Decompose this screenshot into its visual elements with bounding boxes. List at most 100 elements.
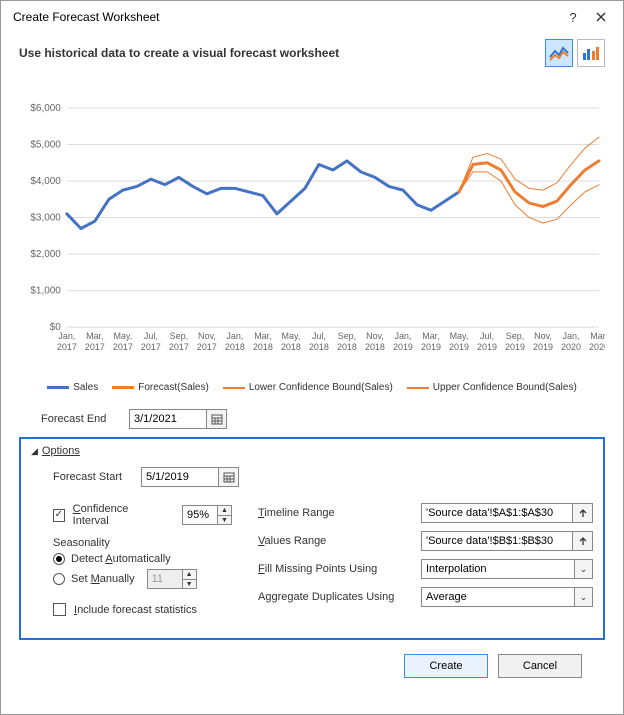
svg-text:2017: 2017 (85, 342, 105, 352)
legend-upper-label: Upper Confidence Bound(Sales) (433, 382, 577, 393)
subtitle-row: Use historical data to create a visual f… (1, 33, 623, 71)
svg-text:$3,000: $3,000 (30, 213, 61, 224)
svg-text:2019: 2019 (477, 342, 497, 352)
svg-text:Sep,: Sep, (506, 331, 524, 341)
confidence-interval-input[interactable] (182, 505, 218, 525)
forecast-dialog: Create Forecast Worksheet ? Use historic… (0, 0, 624, 715)
line-chart-button[interactable] (545, 39, 573, 67)
bar-chart-button[interactable] (577, 39, 605, 67)
svg-text:$4,000: $4,000 (30, 176, 61, 187)
close-button[interactable] (587, 5, 615, 29)
svg-text:Jan,: Jan, (394, 331, 411, 341)
calendar-icon (211, 413, 223, 425)
svg-text:2019: 2019 (449, 342, 469, 352)
svg-text:Nov,: Nov, (366, 331, 384, 341)
include-stats-checkbox[interactable] (53, 603, 66, 616)
svg-text:Jan,: Jan, (563, 331, 580, 341)
forecast-start-calendar-button[interactable] (219, 467, 239, 487)
svg-text:2020: 2020 (589, 342, 605, 352)
options-panel: ◢ Options Forecast Start ✓ Confidence In… (19, 437, 605, 640)
titlebar: Create Forecast Worksheet ? (1, 1, 623, 33)
bar-chart-icon (581, 45, 601, 61)
svg-text:$1,000: $1,000 (30, 286, 61, 297)
legend-lower: Lower Confidence Bound(Sales) (223, 382, 393, 393)
line-chart-icon (549, 45, 569, 61)
detect-auto-radio[interactable] (53, 553, 65, 565)
fill-missing-select[interactable] (421, 559, 575, 579)
create-button[interactable]: Create (404, 654, 488, 678)
manual-spin-up[interactable]: ▲ (183, 569, 197, 579)
svg-text:Jul,: Jul, (312, 331, 326, 341)
seasonality-title: Seasonality (53, 537, 232, 549)
svg-text:2017: 2017 (169, 342, 189, 352)
svg-text:2017: 2017 (57, 342, 77, 352)
forecast-start-row: Forecast Start (31, 467, 593, 487)
svg-text:$2,000: $2,000 (30, 249, 61, 260)
range-picker-icon (578, 536, 588, 546)
values-range-input[interactable] (421, 531, 573, 551)
svg-text:2018: 2018 (281, 342, 301, 352)
include-stats-label: Include forecast statistics (74, 604, 197, 616)
svg-text:$5,000: $5,000 (30, 139, 61, 150)
values-range-picker-button[interactable] (573, 531, 593, 551)
svg-text:May,: May, (450, 331, 469, 341)
svg-text:Mar,: Mar, (86, 331, 103, 341)
confidence-interval-checkbox[interactable]: ✓ (53, 509, 65, 522)
svg-text:Nov,: Nov, (534, 331, 552, 341)
set-manually-radio[interactable] (53, 573, 65, 585)
chart-legend: Sales Forecast(Sales) Lower Confidence B… (19, 382, 605, 393)
chart-type-toggle (545, 39, 605, 67)
svg-text:Jan,: Jan, (226, 331, 243, 341)
forecast-end-calendar-button[interactable] (207, 409, 227, 429)
svg-text:$6,000: $6,000 (30, 103, 61, 114)
seasonality-manual-input (147, 569, 183, 589)
forecast-end-label: Forecast End (19, 413, 129, 425)
aggregate-select[interactable] (421, 587, 575, 607)
svg-text:2018: 2018 (337, 342, 357, 352)
dialog-buttons: Create Cancel (19, 640, 605, 678)
svg-text:Nov,: Nov, (198, 331, 216, 341)
help-button[interactable]: ? (559, 5, 587, 29)
conf-spin-up[interactable]: ▲ (218, 505, 232, 515)
detect-auto-label: Detect Automatically (71, 553, 171, 565)
dialog-title: Create Forecast Worksheet (13, 10, 559, 24)
confidence-interval-label: Confidence Interval (73, 503, 156, 527)
timeline-range-input[interactable] (421, 503, 573, 523)
svg-text:2017: 2017 (113, 342, 133, 352)
svg-text:2017: 2017 (141, 342, 161, 352)
svg-text:2018: 2018 (309, 342, 329, 352)
range-picker-icon (578, 508, 588, 518)
svg-text:2020: 2020 (561, 342, 581, 352)
manual-spin-down[interactable]: ▼ (183, 579, 197, 589)
forecast-start-label: Forecast Start (31, 471, 141, 483)
svg-text:Jul,: Jul, (480, 331, 494, 341)
svg-text:Mar,: Mar, (422, 331, 439, 341)
forecast-end-input[interactable] (129, 409, 207, 429)
aggregate-dropdown-button[interactable]: ⌄ (575, 587, 593, 607)
forecast-end-row: Forecast End (19, 409, 605, 429)
svg-text:2018: 2018 (225, 342, 245, 352)
chart-area: $0$1,000$2,000$3,000$4,000$5,000$6,000Ja… (1, 71, 623, 401)
svg-text:2018: 2018 (365, 342, 385, 352)
timeline-range-label: Timeline Range (258, 507, 413, 519)
svg-text:Sep,: Sep, (338, 331, 356, 341)
form-area: Forecast End ◢ Options Forecast Start (1, 409, 623, 678)
aggregate-label: Aggregate Duplicates Using (258, 591, 413, 603)
legend-lower-label: Lower Confidence Bound(Sales) (249, 382, 393, 393)
fill-missing-dropdown-button[interactable]: ⌄ (575, 559, 593, 579)
timeline-range-picker-button[interactable] (573, 503, 593, 523)
close-icon (596, 12, 606, 22)
cancel-button[interactable]: Cancel (498, 654, 582, 678)
svg-text:May,: May, (113, 331, 132, 341)
forecast-start-input[interactable] (141, 467, 219, 487)
svg-text:2019: 2019 (393, 342, 413, 352)
conf-spin-down[interactable]: ▼ (218, 515, 232, 525)
svg-text:2019: 2019 (533, 342, 553, 352)
values-range-label: Values Range (258, 535, 413, 547)
fill-missing-label: Fill Missing Points Using (258, 563, 413, 575)
svg-text:2019: 2019 (421, 342, 441, 352)
svg-text:Jul,: Jul, (144, 331, 158, 341)
legend-sales-label: Sales (73, 382, 98, 393)
legend-sales: Sales (47, 382, 98, 393)
options-toggle[interactable]: ◢ Options (31, 445, 593, 457)
